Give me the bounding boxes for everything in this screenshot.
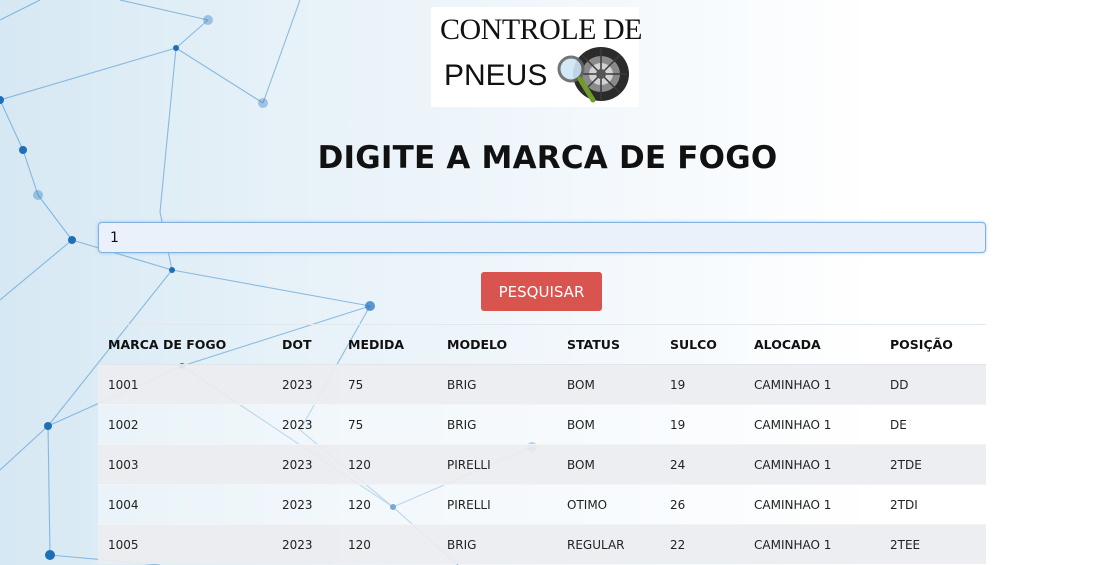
cell-posicao: DE [880,404,986,445]
cell-sulco: 22 [660,524,744,564]
cell-alocada: CAMINHAO 1 [744,524,880,564]
cell-status: BOM [557,444,660,485]
cell-sulco: 19 [660,404,744,445]
column-header-posicao: POSIÇÃO [880,324,986,365]
table-row: 1003 2023 120 PIRELLI BOM 24 CAMINHAO 1 … [98,444,986,485]
cell-dot: 2023 [272,484,338,525]
column-header-medida: MEDIDA [338,324,437,365]
cell-marca-de-fogo: 1001 [98,364,272,405]
table-row: 1002 2023 75 BRIG BOM 19 CAMINHAO 1 DE [98,404,986,445]
cell-posicao: 2TDI [880,484,986,525]
cell-alocada: CAMINHAO 1 [744,484,880,525]
cell-marca-de-fogo: 1002 [98,404,272,445]
column-header-alocada: ALOCADA [744,324,880,365]
cell-status: OTIMO [557,484,660,525]
cell-alocada: CAMINHAO 1 [744,444,880,485]
table-row: 1005 2023 120 BRIG REGULAR 22 CAMINHAO 1… [98,524,986,564]
search-button[interactable]: PESQUISAR [481,272,602,311]
cell-modelo: PIRELLI [437,484,557,525]
cell-marca-de-fogo: 1004 [98,484,272,525]
cell-status: REGULAR [557,524,660,564]
cell-dot: 2023 [272,364,338,405]
cell-medida: 120 [338,524,437,564]
cell-posicao: 2TDE [880,444,986,485]
cell-modelo: BRIG [437,364,557,405]
cell-medida: 75 [338,364,437,405]
cell-posicao: DD [880,364,986,405]
cell-dot: 2023 [272,444,338,485]
column-header-modelo: MODELO [437,324,557,365]
table-row: 1004 2023 120 PIRELLI OTIMO 26 CAMINHAO … [98,484,986,525]
page-title: DIGITE A MARCA DE FOGO [317,140,778,176]
column-header-marca-de-fogo: MARCA DE FOGO [98,324,272,365]
cell-marca-de-fogo: 1003 [98,444,272,485]
results-table: MARCA DE FOGO DOT MEDIDA MODELO STATUS S… [98,324,986,564]
cell-dot: 2023 [272,524,338,564]
cell-alocada: CAMINHAO 1 [744,404,880,445]
search-input[interactable] [98,222,986,253]
column-header-status: STATUS [557,324,660,365]
column-header-dot: DOT [272,324,338,365]
cell-dot: 2023 [272,404,338,445]
app-logo: CONTROLE DE PNEUS [431,7,642,107]
logo-text-line1: CONTROLE DE [440,13,642,46]
cell-modelo: BRIG [437,524,557,564]
cell-medida: 120 [338,484,437,525]
table-row: 1001 2023 75 BRIG BOM 19 CAMINHAO 1 DD [98,364,986,405]
table-header-row: MARCA DE FOGO DOT MEDIDA MODELO STATUS S… [98,324,986,365]
cell-posicao: 2TEE [880,524,986,564]
cell-sulco: 19 [660,364,744,405]
cell-medida: 75 [338,404,437,445]
cell-alocada: CAMINHAO 1 [744,364,880,405]
logo-text-line2: PNEUS [444,59,548,92]
cell-sulco: 24 [660,444,744,485]
cell-modelo: BRIG [437,404,557,445]
cell-marca-de-fogo: 1005 [98,524,272,564]
cell-modelo: PIRELLI [437,444,557,485]
cell-sulco: 26 [660,484,744,525]
cell-status: BOM [557,364,660,405]
cell-medida: 120 [338,444,437,485]
cell-status: BOM [557,404,660,445]
tire-magnifier-icon [557,47,629,103]
page: CONTROLE DE PNEUS DIGITE A MARCA DE FOGO… [0,0,1095,565]
column-header-sulco: SULCO [660,324,744,365]
